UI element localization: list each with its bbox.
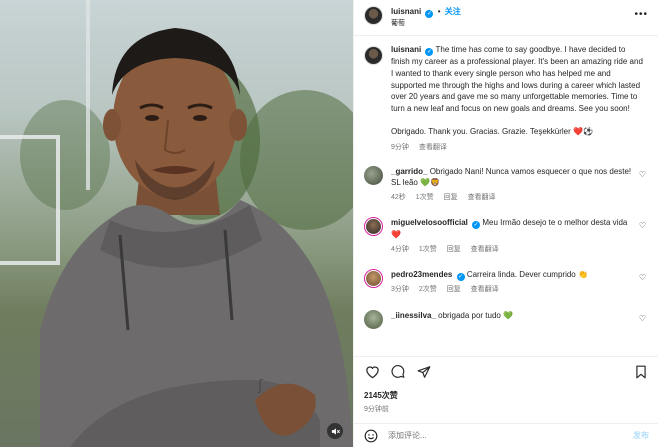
caption-text-2: Obrigado. Thank you. Gracias. Grazie. Te… bbox=[391, 126, 593, 136]
share-icon[interactable] bbox=[416, 364, 432, 380]
comment-item: miguelvelosoofficial ✓ Meu Irmão desejo … bbox=[364, 217, 646, 255]
add-comment-bar: 发布 bbox=[354, 423, 658, 447]
caption-time[interactable]: 9分钟 bbox=[391, 144, 409, 151]
separator-dot: • bbox=[437, 7, 441, 16]
comment-text: Obrigado Nani! Nunca vamos esquecer o qu… bbox=[391, 166, 632, 188]
reply-button[interactable]: 回复 bbox=[447, 246, 461, 253]
like-comment-heart-icon[interactable]: ♡ bbox=[639, 273, 646, 282]
comment-username[interactable]: _iinessilva_ bbox=[391, 311, 436, 320]
caption-text: The time has come to say goodbye. I have… bbox=[391, 45, 643, 114]
post-media-video[interactable]: ʃ bbox=[0, 0, 353, 447]
caption-meta: 9分钟 查看翻译 bbox=[391, 142, 646, 152]
location-link[interactable]: 葡萄 bbox=[391, 18, 461, 29]
post-comment-button[interactable]: 发布 bbox=[633, 430, 649, 441]
comment-item: _iinessilva_ obrigada por tudo 💚 ♡ bbox=[364, 309, 646, 329]
comment-time[interactable]: 42秒 bbox=[391, 194, 406, 201]
avatar[interactable] bbox=[364, 165, 383, 185]
comment-likes[interactable]: 1次赞 bbox=[416, 194, 434, 201]
comment-username[interactable]: _garrido_ bbox=[391, 167, 427, 176]
verified-icon: ✓ bbox=[425, 48, 434, 56]
avatar[interactable] bbox=[364, 269, 383, 289]
more-horizontal-icon[interactable]: ••• bbox=[634, 9, 648, 20]
heart-icon[interactable] bbox=[364, 364, 380, 380]
comment-likes[interactable]: 2次赞 bbox=[419, 286, 437, 293]
bookmark-icon[interactable] bbox=[633, 364, 649, 380]
mute-icon[interactable] bbox=[327, 423, 343, 439]
translate-link[interactable]: 查看翻译 bbox=[471, 286, 499, 293]
like-comment-heart-icon[interactable]: ♡ bbox=[639, 221, 646, 230]
emoji-icon[interactable] bbox=[364, 429, 378, 443]
comment-item: pedro23mendes ✓ Carreira linda. Dever cu… bbox=[364, 269, 646, 296]
avatar[interactable] bbox=[364, 6, 383, 25]
caption-username[interactable]: luisnani bbox=[391, 45, 421, 54]
comment-text: Carreira linda. Dever cumprido 👏 bbox=[466, 270, 588, 280]
reply-button[interactable]: 回复 bbox=[444, 194, 458, 201]
comment-username[interactable]: pedro23mendes bbox=[391, 270, 452, 279]
comment-item: _garrido_ Obrigado Nani! Nunca vamos esq… bbox=[364, 165, 646, 204]
post-actions: 2145次赞 9分钟前 bbox=[354, 356, 658, 414]
like-comment-heart-icon[interactable]: ♡ bbox=[639, 314, 646, 323]
verified-icon: ✓ bbox=[425, 10, 434, 18]
follow-button[interactable]: 关注 bbox=[445, 7, 461, 16]
comment-likes[interactable]: 1次赞 bbox=[419, 246, 437, 253]
comment-time[interactable]: 3分钟 bbox=[391, 286, 409, 293]
translate-link[interactable]: 查看翻译 bbox=[468, 194, 496, 201]
header-username[interactable]: luisnani bbox=[391, 7, 421, 16]
avatar[interactable] bbox=[364, 46, 383, 65]
svg-text:ʃ: ʃ bbox=[257, 378, 263, 394]
translate-link[interactable]: 查看翻译 bbox=[419, 144, 447, 151]
verified-icon: ✓ bbox=[456, 273, 465, 282]
comment-username[interactable]: miguelvelosoofficial bbox=[391, 218, 468, 227]
post-time: 9分钟前 bbox=[364, 406, 389, 413]
comments-list[interactable]: luisnani ✓ The time has come to say good… bbox=[354, 36, 658, 356]
verified-icon: ✓ bbox=[472, 221, 481, 230]
reply-button[interactable]: 回复 bbox=[447, 286, 461, 293]
comment-time[interactable]: 4分钟 bbox=[391, 246, 409, 253]
caption: luisnani ✓ The time has come to say good… bbox=[364, 44, 646, 138]
avatar[interactable] bbox=[364, 309, 383, 329]
translate-link[interactable]: 查看翻译 bbox=[471, 246, 499, 253]
avatar[interactable] bbox=[364, 217, 383, 237]
likes-count[interactable]: 2145次赞 bbox=[364, 390, 649, 401]
post-details-panel: luisnani ✓ • 关注 葡萄 ••• luisnani ✓ The ti… bbox=[353, 0, 658, 447]
player-portrait: ʃ bbox=[40, 28, 353, 447]
comment-text: obrigada por tudo 💚 bbox=[438, 310, 514, 320]
comment-icon[interactable] bbox=[390, 364, 406, 380]
post-header: luisnani ✓ • 关注 葡萄 ••• bbox=[354, 0, 658, 36]
like-comment-heart-icon[interactable]: ♡ bbox=[639, 170, 646, 179]
comment-input[interactable] bbox=[388, 431, 633, 440]
